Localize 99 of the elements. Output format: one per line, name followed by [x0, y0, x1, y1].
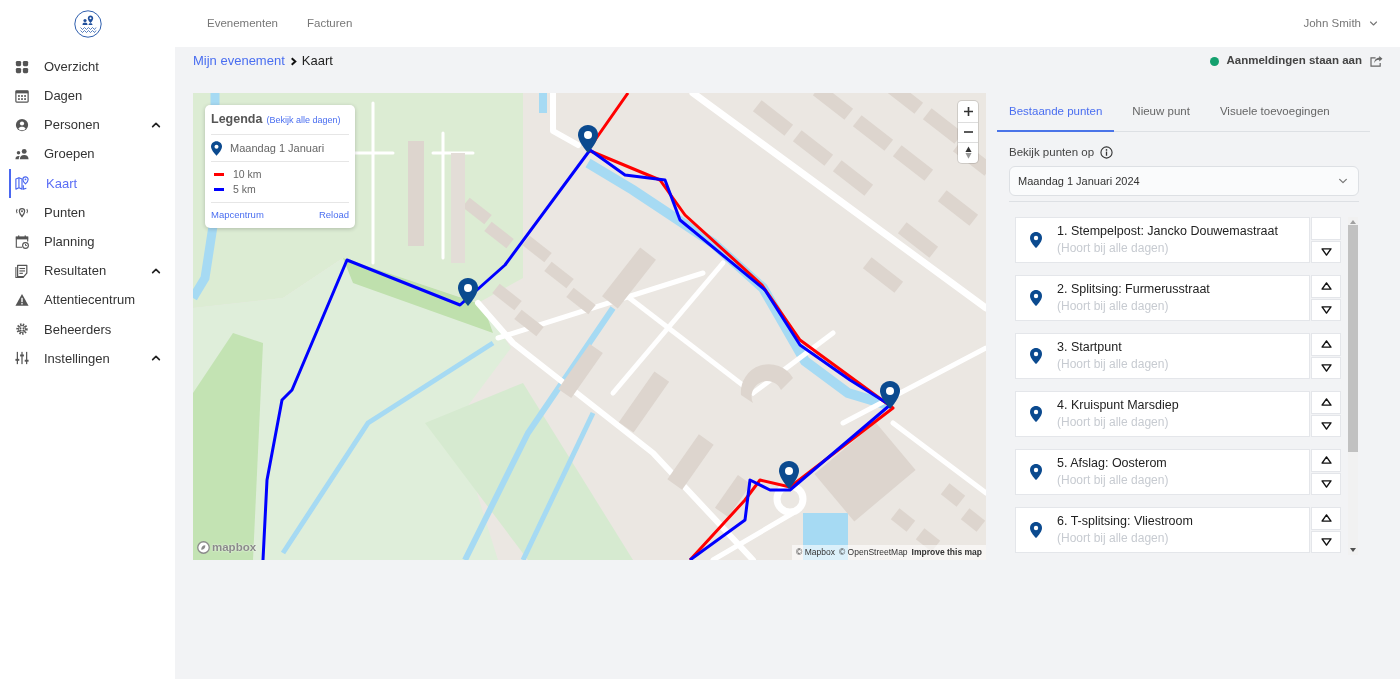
- minus-icon: [963, 131, 973, 134]
- caret-up-icon: [1320, 282, 1332, 291]
- move-up-button[interactable]: [1311, 391, 1341, 414]
- tab[interactable]: Visuele toevoegingen: [1207, 93, 1342, 132]
- roundabout: [773, 482, 807, 516]
- user-menu[interactable]: John Smith: [1303, 14, 1378, 33]
- gear-icon: [15, 322, 29, 337]
- pond: [803, 513, 848, 560]
- breadcrumb-link[interactable]: Mijn evenement: [193, 51, 285, 71]
- nav-link[interactable]: Evenementen: [207, 14, 278, 33]
- map-pin-icon[interactable]: [458, 278, 478, 306]
- move-down-button[interactable]: [1311, 472, 1341, 495]
- point-title: 6. T-splitsing: Vliestroom: [1057, 513, 1193, 530]
- map-icon: [15, 176, 29, 191]
- sidebar-item[interactable]: Personen: [9, 110, 175, 140]
- warning-icon: [15, 293, 29, 308]
- point-title: 4. Kruispunt Marsdiep: [1057, 397, 1179, 414]
- breadcrumb-current: Kaart: [301, 52, 333, 71]
- logo-icon: [197, 540, 210, 554]
- legend-day: Maandag 1 Januari: [230, 139, 325, 157]
- move-down-button[interactable]: [1311, 414, 1341, 437]
- attribution-link[interactable]: © Mapbox: [796, 546, 835, 559]
- sidebar-item[interactable]: Beheerders: [9, 314, 175, 344]
- move-up-button[interactable]: [1311, 507, 1341, 530]
- user-circle-icon: [15, 117, 29, 132]
- grid-icon: [15, 59, 29, 74]
- building: [740, 364, 793, 403]
- pin-signal-icon: [15, 205, 29, 220]
- move-down-button[interactable]: [1311, 530, 1341, 553]
- tab[interactable]: Bestaande punten: [997, 93, 1115, 132]
- document-icon: [15, 263, 29, 278]
- scroll-down-icon: [1350, 548, 1356, 552]
- map-pin-icon: [1030, 522, 1042, 538]
- move-up-button[interactable]: [1311, 449, 1341, 472]
- status-text: Aanmeldingen staan aan: [1226, 53, 1362, 69]
- share-icon: [1370, 55, 1383, 67]
- caret-up-icon: [1320, 398, 1332, 407]
- chevron-right-icon: [288, 56, 298, 66]
- map-pin-icon: [211, 140, 222, 156]
- calendar-icon: [15, 88, 29, 103]
- view-all-days-link[interactable]: (Bekijk alle dagen): [266, 114, 341, 128]
- caret-up-icon: [1320, 514, 1332, 523]
- improve-map-link[interactable]: Improve this map: [911, 546, 982, 559]
- map-pin-icon: [1030, 406, 1042, 422]
- map-pin-icon: [1030, 464, 1042, 480]
- info-icon: [1100, 145, 1114, 159]
- calendar-clock-icon: [15, 234, 29, 249]
- map-pin-icon: [1030, 348, 1042, 364]
- chevron-down-icon: [1338, 176, 1348, 186]
- move-up-button[interactable]: [1311, 333, 1341, 356]
- sidebar-item[interactable]: Overzicht: [9, 52, 175, 82]
- move-down-button[interactable]: [1311, 356, 1341, 379]
- sliders-icon: [15, 351, 29, 366]
- sidebar-item[interactable]: Dagen: [9, 81, 175, 111]
- users-icon: [15, 147, 29, 162]
- caret-down-icon: [1320, 421, 1332, 430]
- sidebar-item[interactable]: Kaart: [9, 168, 175, 198]
- map-pin-icon[interactable]: [779, 461, 799, 489]
- scrollbar-thumb[interactable]: [1348, 225, 1358, 452]
- map-pin-icon[interactable]: [880, 381, 900, 409]
- caret-down-icon: [1320, 537, 1332, 546]
- sidebar-item[interactable]: Groepen: [9, 139, 175, 169]
- move-up-button[interactable]: [1311, 275, 1341, 298]
- legend-label: 5 km: [233, 182, 256, 198]
- legend-title: Legenda: [211, 111, 263, 128]
- nav-link[interactable]: Facturen: [306, 14, 353, 33]
- map-pin-icon[interactable]: [578, 125, 598, 153]
- day-select[interactable]: Maandag 1 Januari 2024: [1009, 166, 1359, 196]
- caret-down-icon: [1320, 247, 1332, 256]
- map-pin-icon: [1030, 232, 1042, 248]
- point-title: 2. Splitsing: Furmerusstraat: [1057, 281, 1210, 298]
- legend-label: 10 km: [233, 167, 262, 183]
- point-title: 5. Afslag: Oosterom: [1057, 455, 1168, 472]
- sidebar-item[interactable]: Punten: [9, 197, 175, 228]
- attribution-link[interactable]: © OpenStreetMap: [838, 546, 908, 559]
- sidebar-item[interactable]: Planning: [9, 227, 175, 257]
- road: [550, 93, 581, 148]
- filter-label: Bekijk punten op: [1009, 145, 1095, 160]
- move-down-button[interactable]: [1311, 240, 1341, 263]
- caret-down-icon: [1320, 305, 1332, 314]
- sidebar-item[interactable]: Attentiecentrum: [9, 285, 175, 315]
- caret-down-icon: [1320, 363, 1332, 372]
- share-link[interactable]: [1370, 55, 1383, 67]
- logo-icon: [73, 9, 102, 38]
- caret-up-icon: [1320, 340, 1332, 349]
- reload-link[interactable]: Reload: [318, 208, 349, 223]
- caret-up-icon: [1320, 456, 1332, 465]
- map-center-link[interactable]: Mapcentrum: [211, 208, 264, 223]
- map-pin-icon: [1030, 290, 1042, 306]
- caret-down-icon: [1320, 479, 1332, 488]
- sidebar-item[interactable]: Instellingen: [9, 343, 175, 374]
- move-down-button[interactable]: [1311, 298, 1341, 321]
- tab[interactable]: Nieuw punt: [1120, 93, 1202, 132]
- point-title: 1. Stempelpost: Jancko Douwemastraat: [1057, 223, 1278, 240]
- sidebar-item[interactable]: Resultaten: [9, 256, 175, 286]
- point-title: 3. Startpunt: [1057, 339, 1123, 356]
- plus-icon: [963, 106, 973, 116]
- chevron-down-icon: [1369, 19, 1378, 28]
- compass-icon: [964, 146, 972, 160]
